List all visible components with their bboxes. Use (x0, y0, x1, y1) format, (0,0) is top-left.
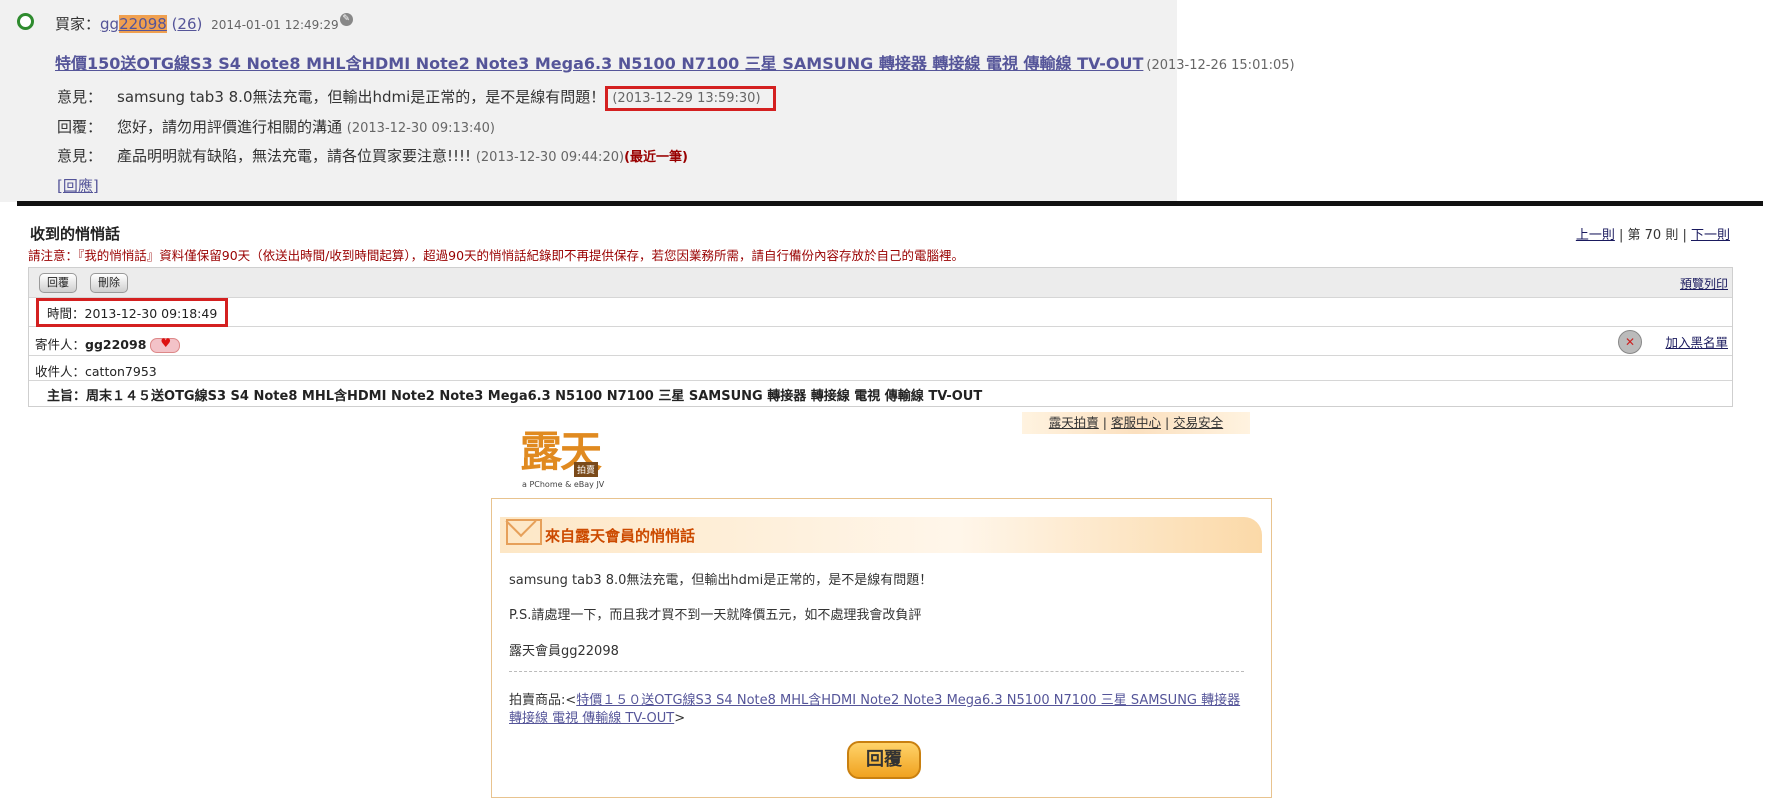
pager-current: 第 70 則 (1627, 228, 1679, 243)
print-preview-link[interactable]: 預覽列印 (1680, 275, 1728, 292)
product-end: > (674, 711, 686, 726)
sender-row: 寄件人：gg22098 ✕ 加入黑名單 (29, 327, 1732, 356)
buyer-rating-count[interactable]: 26 (177, 15, 196, 33)
buyer-name-link[interactable]: gg22098 (100, 15, 167, 33)
row-label: 意見： (57, 88, 103, 106)
email-line-2: P.S.請處理一下，而且我才買不到一天就降價五元，如不處理我會改負評 (509, 608, 922, 623)
product-ref: 拍賣商品:<特價１５０送OTG線S3 S4 Note8 MHL含HDMI Not… (509, 692, 1249, 728)
feedback-row-2: 回覆： 您好，請勿用評價進行相關的溝通 (2013-12-30 09:13:40) (57, 116, 495, 137)
link-customer-service[interactable]: 客服中心 (1111, 415, 1161, 430)
time-value: 2013-12-30 09:18:49 (84, 306, 218, 321)
buyer-line: 買家：gg22098 (26) 2014-01-01 12:49:29 ✎ (55, 13, 353, 34)
subject-label: 主旨： (47, 389, 87, 404)
message-toolbar: 回覆 刪除 預覽列印 (29, 268, 1732, 298)
item-date: (2013-12-26 15:01:05) (1146, 58, 1295, 73)
feedback-row-1: 意見： samsung tab3 8.0無法充電，但輸出hdmi是正常的，是不是線… (57, 86, 776, 111)
link-ruten-auction[interactable]: 露天拍賣 (1049, 415, 1099, 430)
row-label: 回覆： (57, 118, 103, 136)
item-title-link[interactable]: 特價150送OTG線S3 S4 Note8 MHL含HDMI Note2 Not… (55, 54, 1143, 73)
sender-field: 寄件人：gg22098 (35, 334, 181, 353)
row-date: (2013-12-30 09:44:20) (475, 150, 625, 165)
delete-button[interactable]: 刪除 (90, 273, 128, 293)
sender-label: 寄件人： (35, 337, 86, 352)
feedback-row-3: 意見： 產品明明就有缺陷，無法充電，請各位買家要注意!!!! (2013-12-3… (57, 145, 688, 166)
recipient-row: 收件人：catton7953 (29, 356, 1732, 381)
product-label: 拍賣商品:< (509, 693, 577, 708)
time-row: 時間：2013-12-30 09:18:49 (29, 298, 1732, 327)
edit-icon[interactable]: ✎ (339, 13, 353, 26)
buyer-name-highlight: 22098 (119, 15, 167, 33)
sender-value: gg22098 (85, 337, 147, 352)
ruten-logo: 露天 拍賣 a PChome & eBay JV (520, 428, 615, 494)
row-text: samsung tab3 8.0無法充電，但輸出hdmi是正常的，是不是線有問題… (117, 88, 606, 106)
logo-subtitle: a PChome & eBay JV (522, 480, 605, 489)
email-card: 來自露天會員的悄悄話 samsung tab3 8.0無法充電，但輸出hdmi是… (491, 498, 1272, 798)
recipient-field: 收件人：catton7953 (35, 361, 157, 380)
pager: 上一則 | 第 70 則 | 下一則 (1575, 228, 1730, 243)
buyer-date: 2014-01-01 12:49:29 (211, 18, 339, 32)
add-blacklist-link[interactable]: 加入黑名單 (1665, 332, 1728, 351)
positive-rating-icon (17, 13, 34, 30)
row-text: 產品明明就有缺陷，無法充電，請各位買家要注意!!!! (117, 147, 472, 165)
email-line-1: samsung tab3 8.0無法充電，但輸出hdmi是正常的，是不是線有問題… (509, 573, 933, 588)
divider (17, 201, 1763, 206)
item-line: 特價150送OTG線S3 S4 Note8 MHL含HDMI Note2 Not… (55, 50, 1295, 74)
subject-row: 主旨：周末１４５送OTG線S3 S4 Note8 MHL含HDMI Note2 … (29, 381, 1732, 405)
message-table: 回覆 刪除 預覽列印 時間：2013-12-30 09:18:49 寄件人：gg… (28, 267, 1733, 407)
site-links: 露天拍賣 | 客服中心 | 交易安全 (1022, 412, 1250, 434)
feedback-reply-link[interactable]: [回應] (57, 175, 99, 196)
recipient-label: 收件人： (35, 364, 86, 379)
retention-notice: 請注意：『我的悄悄話』資料僅保留90天（依送出時間/收到時間起算），超過90天的… (28, 248, 965, 263)
reply-button[interactable]: 回覆 (39, 273, 77, 293)
link-trade-safety[interactable]: 交易安全 (1173, 415, 1223, 430)
row-date-highlighted: (2013-12-29 13:59:30) (605, 86, 776, 111)
email-heading: 來自露天會員的悄悄話 (545, 527, 696, 545)
logo-tag: 拍賣 (574, 462, 599, 477)
buyer-name-prefix: gg (100, 15, 120, 33)
time-field: 時間：2013-12-30 09:18:49 (36, 298, 229, 327)
dashed-divider (509, 671, 1244, 672)
product-link[interactable]: 特價１５０送OTG線S3 S4 Note8 MHL含HDMI Note2 Not… (509, 693, 1240, 726)
prev-link[interactable]: 上一則 (1576, 228, 1615, 243)
recipient-value: catton7953 (85, 364, 157, 379)
row-date: (2013-12-30 09:13:40) (346, 121, 496, 136)
envelope-icon (506, 519, 542, 545)
subject-field: 主旨：周末１４５送OTG線S3 S4 Note8 MHL含HDMI Note2 … (47, 385, 982, 404)
next-link[interactable]: 下一則 (1691, 228, 1730, 243)
message-title: 收到的悄悄話 (30, 225, 121, 243)
heart-icon (150, 336, 181, 353)
blacklist-icon[interactable]: ✕ (1618, 330, 1642, 354)
latest-badge: (最近一筆) (624, 150, 688, 165)
email-signature: 露天會員gg22098 (509, 644, 619, 659)
feedback-panel: 買家：gg22098 (26) 2014-01-01 12:49:29 ✎ 特價1… (0, 0, 1295, 202)
buyer-label: 買家： (55, 15, 101, 33)
row-label: 意見： (57, 147, 103, 165)
email-header: 來自露天會員的悄悄話 (500, 517, 1262, 553)
email-reply-button[interactable]: 回覆 (847, 741, 921, 779)
subject-value: 周末１４５送OTG線S3 S4 Note8 MHL含HDMI Note2 Not… (86, 389, 983, 404)
row-text: 您好，請勿用評價進行相關的溝通 (117, 118, 343, 136)
time-label: 時間： (47, 306, 85, 321)
